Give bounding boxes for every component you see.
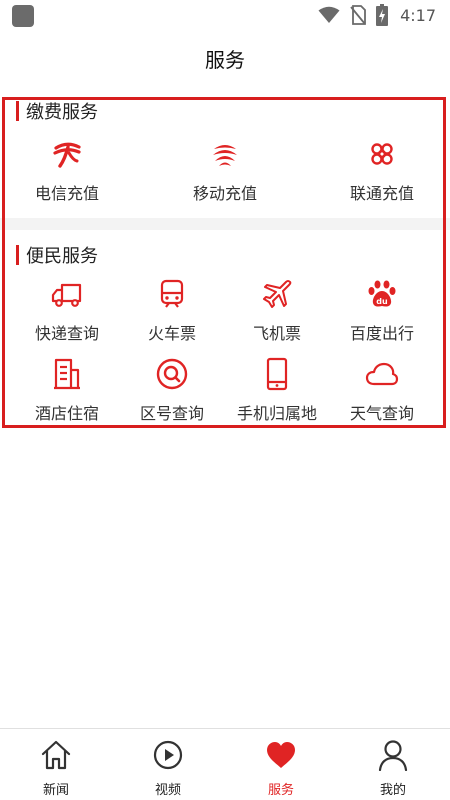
status-bar: 4:17 bbox=[0, 0, 450, 30]
bottom-nav: 新闻 视频 服务 我的 bbox=[0, 728, 450, 800]
mobile-logo-icon bbox=[207, 136, 243, 172]
train-ticket-button[interactable]: 火车票 bbox=[117, 276, 227, 344]
play-circle-icon bbox=[152, 739, 184, 771]
convenience-services-section: 便民服务 快递查询 火车票 飞机票 du 百度出行 酒店住宿 区号查询 手机归属… bbox=[0, 230, 450, 426]
item-label: 酒店住宿 bbox=[34, 404, 99, 423]
truck-icon bbox=[49, 276, 85, 312]
status-icons: 4:17 bbox=[308, 3, 436, 27]
hotel-booking-button[interactable]: 酒店住宿 bbox=[12, 356, 122, 424]
user-icon bbox=[377, 739, 409, 771]
baidu-travel-button[interactable]: du 百度出行 bbox=[327, 276, 437, 344]
nav-services[interactable]: 服务 bbox=[241, 739, 321, 798]
svg-text:du: du bbox=[376, 297, 388, 306]
section-title: 便民服务 bbox=[26, 246, 98, 267]
item-label: 移动充值 bbox=[192, 184, 257, 203]
telecom-recharge-button[interactable]: 电信充值 bbox=[12, 136, 122, 204]
section-header: 便民服务 bbox=[16, 244, 98, 267]
no-sim-icon bbox=[350, 5, 366, 25]
phone-icon bbox=[259, 356, 295, 392]
home-icon bbox=[40, 739, 72, 771]
nav-label: 我的 bbox=[379, 783, 406, 798]
search-circle-icon bbox=[154, 356, 190, 392]
unicom-logo-icon bbox=[364, 136, 400, 172]
item-label: 火车票 bbox=[147, 324, 196, 343]
nav-label: 服务 bbox=[267, 783, 294, 798]
item-label: 天气查询 bbox=[349, 404, 414, 423]
unicom-recharge-button[interactable]: 联通充值 bbox=[327, 136, 437, 204]
item-label: 区号查询 bbox=[139, 404, 204, 423]
area-code-query-button[interactable]: 区号查询 bbox=[117, 356, 227, 424]
item-label: 百度出行 bbox=[349, 324, 414, 343]
nav-label: 视频 bbox=[154, 783, 181, 798]
item-label: 联通充值 bbox=[349, 184, 414, 203]
status-time: 4:17 bbox=[400, 5, 436, 25]
nav-news[interactable]: 新闻 bbox=[16, 739, 96, 798]
item-label: 手机归属地 bbox=[236, 404, 317, 423]
cloud-icon bbox=[364, 356, 400, 392]
item-label: 飞机票 bbox=[252, 324, 301, 343]
section-title: 缴费服务 bbox=[26, 102, 98, 123]
section-header: 缴费服务 bbox=[16, 100, 98, 123]
flight-ticket-button[interactable]: 飞机票 bbox=[222, 276, 332, 344]
battery-charging-icon bbox=[376, 4, 389, 26]
express-query-button[interactable]: 快递查询 bbox=[12, 276, 122, 344]
wifi-icon bbox=[318, 6, 340, 23]
telecom-logo-icon bbox=[49, 136, 85, 172]
section-marker bbox=[16, 101, 19, 121]
nav-profile[interactable]: 我的 bbox=[353, 739, 433, 798]
section-marker bbox=[16, 245, 19, 265]
baidu-paw-icon: du bbox=[364, 276, 400, 312]
nav-label: 新闻 bbox=[42, 783, 69, 798]
item-label: 电信充值 bbox=[34, 184, 99, 203]
payment-services-section: 缴费服务 电信充值 移动充值 联通充值 bbox=[0, 92, 450, 218]
section-divider bbox=[0, 218, 450, 230]
plane-icon bbox=[259, 276, 295, 312]
heart-icon bbox=[265, 739, 297, 771]
phone-location-button[interactable]: 手机归属地 bbox=[222, 356, 332, 424]
item-label: 快递查询 bbox=[34, 324, 99, 343]
page-title: 服务 bbox=[205, 48, 245, 72]
train-icon bbox=[154, 276, 190, 312]
building-icon bbox=[49, 356, 85, 392]
weather-query-button[interactable]: 天气查询 bbox=[327, 356, 437, 424]
app-icon bbox=[12, 5, 34, 27]
mobile-recharge-button[interactable]: 移动充值 bbox=[170, 136, 280, 204]
nav-video[interactable]: 视频 bbox=[128, 739, 208, 798]
